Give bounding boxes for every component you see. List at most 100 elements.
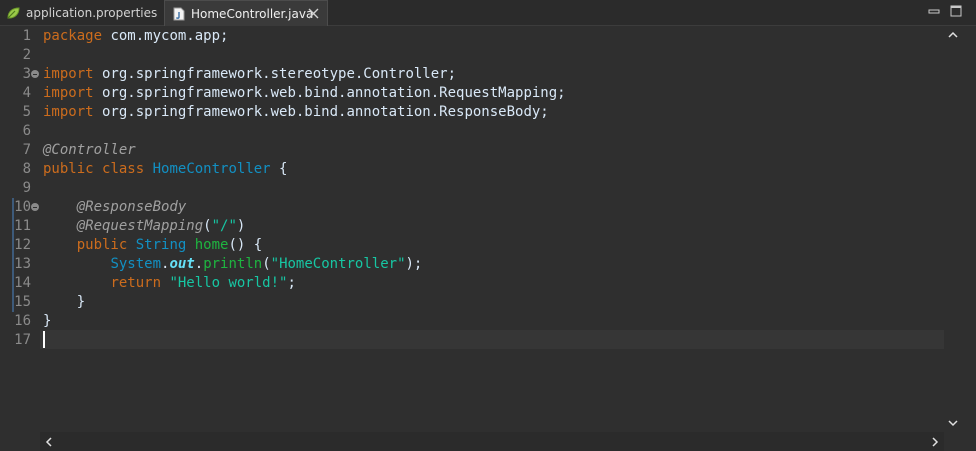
code-token: ;: [287, 275, 296, 291]
code-line[interactable]: }: [43, 312, 51, 331]
vertical-scrollbar[interactable]: [944, 26, 962, 432]
line-number: 4: [22, 85, 31, 101]
code-line[interactable]: package com.mycom.app;: [43, 27, 228, 46]
code-token: ): [236, 218, 246, 234]
code-token: import: [43, 85, 94, 101]
scroll-left-icon[interactable]: [44, 437, 54, 447]
code-line[interactable]: }: [43, 293, 85, 312]
code-token: out: [169, 256, 195, 272]
tab-label: HomeController.java: [191, 6, 314, 21]
code-token: }: [43, 313, 52, 329]
code-token: (: [203, 218, 212, 234]
line-number: 9: [22, 180, 31, 196]
code-token: import: [43, 66, 94, 82]
line-number: 14: [14, 275, 31, 291]
code-line[interactable]: public String home() {: [43, 236, 262, 255]
current-line-highlight: [40, 330, 944, 349]
code-token: org.springframework.web.bind.annotation.…: [93, 85, 566, 101]
code-line[interactable]: return "Hello world!";: [43, 274, 296, 293]
tab-homecontroller-java[interactable]: HomeController.java: [164, 0, 328, 26]
editor-window-controls: [928, 5, 962, 17]
code-token: "HomeController": [270, 256, 406, 272]
line-number: 6: [22, 123, 31, 139]
code-token: class: [102, 161, 145, 177]
code-line[interactable]: import org.springframework.web.bind.anno…: [43, 103, 549, 122]
code-token: "/": [211, 218, 237, 234]
code-token: public: [76, 237, 128, 253]
maximize-icon[interactable]: [950, 5, 962, 17]
code-token: String: [135, 237, 187, 253]
code-token: () {: [228, 237, 263, 253]
leaf-icon: [7, 7, 20, 19]
change-marker: [12, 217, 14, 236]
close-icon[interactable]: [308, 8, 319, 19]
code-token: @Controller: [43, 142, 136, 158]
line-number: 5: [22, 104, 31, 120]
code-token: println: [203, 256, 263, 272]
code-token: import: [43, 104, 94, 120]
tab-label: application.properties: [26, 6, 158, 20]
scroll-right-icon[interactable]: [930, 437, 940, 447]
line-number: 12: [14, 237, 31, 253]
code-token: {: [270, 161, 288, 177]
line-number: 10: [14, 199, 31, 215]
line-number: 16: [14, 313, 31, 329]
fold-toggle-icon[interactable]: [31, 70, 39, 78]
line-number: 8: [22, 161, 31, 177]
change-marker: [12, 236, 14, 255]
code-line[interactable]: @RequestMapping("/"): [43, 217, 246, 236]
code-line[interactable]: import org.springframework.stereotype.Co…: [43, 65, 456, 84]
line-number: 7: [22, 142, 31, 158]
change-marker: [12, 293, 14, 312]
code-line[interactable]: import org.springframework.web.bind.anno…: [43, 84, 566, 103]
code-token: }: [43, 294, 86, 310]
code-token: org.springframework.web.bind.annotation.…: [93, 104, 549, 120]
editor-tab-bar: application.properties HomeController.ja…: [0, 0, 976, 26]
line-number: 11: [14, 218, 31, 234]
line-number: 15: [14, 294, 31, 310]
java-file-icon: [173, 7, 185, 20]
change-marker: [12, 198, 14, 217]
code-token: .: [194, 256, 204, 272]
line-number: 2: [22, 47, 31, 63]
code-token: com.mycom.app;: [102, 28, 229, 44]
code-token: System: [110, 256, 162, 272]
line-number-gutter: 1 2 3 4 5 6 7 8 9 10 11 12 13 14 15 16 17: [0, 26, 40, 432]
code-token: (: [262, 256, 271, 272]
code-token: @RequestMapping: [76, 218, 204, 234]
scroll-down-icon[interactable]: [948, 418, 958, 428]
code-token: );: [405, 256, 423, 272]
code-token: org.springframework.stereotype.Controlle…: [93, 66, 457, 82]
code-line[interactable]: @Controller: [43, 141, 136, 160]
code-token: return: [110, 275, 162, 291]
line-number: 17: [14, 332, 31, 348]
change-marker: [12, 274, 14, 293]
code-line[interactable]: public class HomeController {: [43, 160, 287, 179]
code-editor[interactable]: 1 2 3 4 5 6 7 8 9 10 11 12 13 14 15 16 17 package com.my…: [0, 26, 976, 451]
horizontal-scrollbar[interactable]: [40, 432, 944, 451]
line-number: 1: [22, 28, 31, 44]
code-line[interactable]: @ResponseBody: [43, 198, 187, 217]
tab-application-properties[interactable]: application.properties: [0, 0, 160, 26]
minimize-icon[interactable]: [928, 5, 940, 17]
text-caret: [43, 331, 45, 348]
line-number: 3: [22, 66, 31, 82]
line-number: 13: [14, 256, 31, 272]
code-token: home: [194, 237, 229, 253]
code-token: HomeController: [152, 161, 271, 177]
code-token: package: [43, 28, 103, 44]
change-marker: [12, 255, 14, 274]
fold-toggle-icon[interactable]: [31, 203, 39, 211]
code-line[interactable]: System.out.println("HomeController");: [43, 255, 422, 274]
scroll-up-icon[interactable]: [948, 30, 958, 40]
code-token: public: [43, 161, 94, 177]
